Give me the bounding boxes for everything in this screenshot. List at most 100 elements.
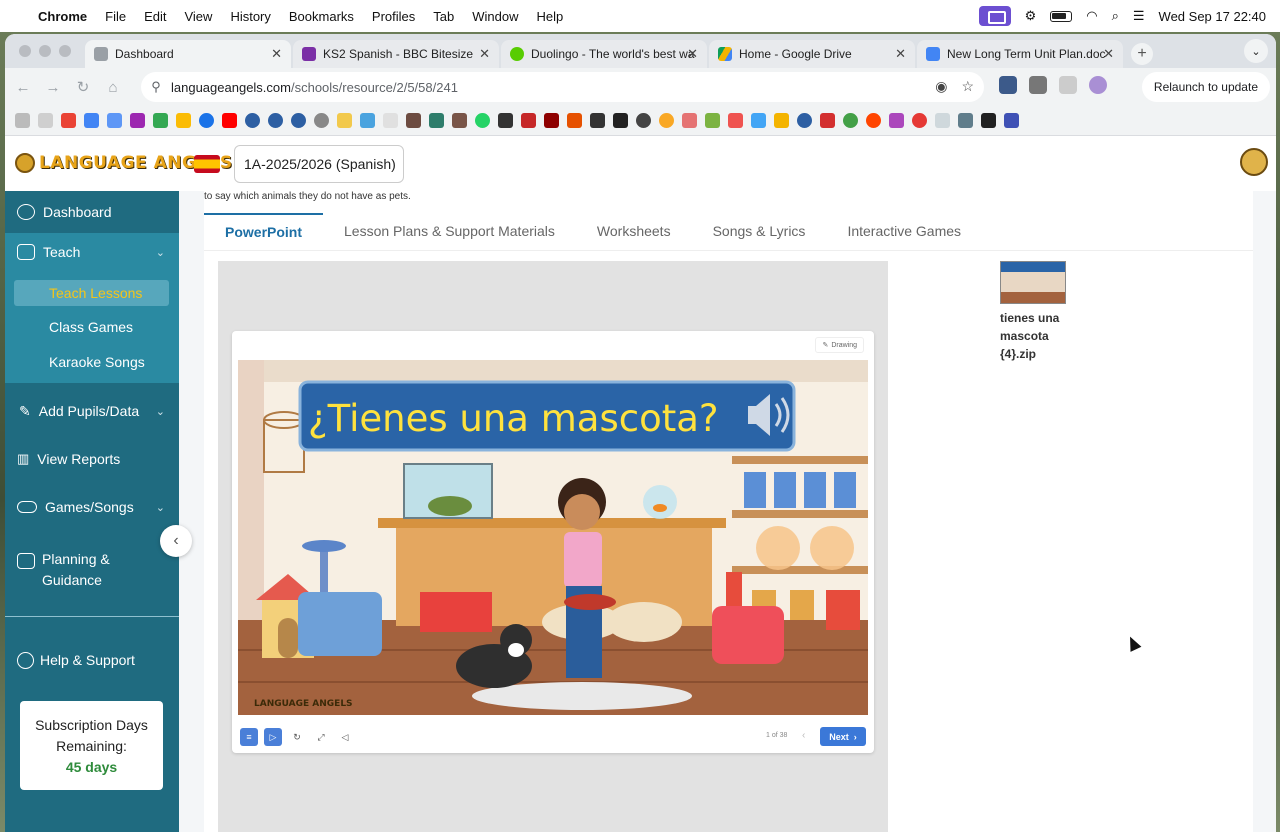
bookmark-icon[interactable] — [774, 113, 789, 128]
spain-flag-icon[interactable] — [194, 155, 220, 173]
previous-slide-icon[interactable]: ‹ — [802, 730, 805, 741]
bookmark-icon[interactable] — [820, 113, 835, 128]
close-window-icon[interactable] — [19, 45, 31, 57]
sidebar-item-view-reports[interactable]: ▥ View Reports — [5, 444, 179, 474]
sidebar-item-help-support[interactable]: Help & Support — [5, 645, 179, 675]
menu-file[interactable]: File — [105, 9, 126, 24]
bookmark-icon[interactable] — [360, 113, 375, 128]
bookmark-icon[interactable] — [797, 113, 812, 128]
class-select[interactable]: 1A-2025/2026 (Spanish) — [234, 145, 404, 183]
eye-off-icon[interactable]: ◉ — [935, 78, 947, 95]
amazon-bookmark-icon[interactable] — [590, 113, 605, 128]
tab-worksheets[interactable]: Worksheets — [576, 213, 692, 249]
sidebar-subitem-karaoke-songs[interactable]: Karaoke Songs — [49, 354, 145, 370]
sidebar-subitem-class-games[interactable]: Class Games — [49, 319, 133, 335]
menu-profiles[interactable]: Profiles — [372, 9, 415, 24]
fullscreen-icon[interactable]: ⤢ — [312, 728, 330, 746]
menu-view[interactable]: View — [184, 9, 212, 24]
bookmark-icon[interactable] — [751, 113, 766, 128]
menu-app-name[interactable]: Chrome — [38, 9, 87, 24]
wikipedia-bookmark-icon[interactable] — [383, 113, 398, 128]
apps-grid-icon[interactable] — [15, 113, 30, 128]
bookmark-icon[interactable] — [452, 113, 467, 128]
download-file[interactable]: tienes una mascota {4}.zip — [1000, 261, 1070, 363]
youtube-bookmark-icon[interactable] — [222, 113, 237, 128]
slide-image[interactable]: ¿Tienes una mascota? LANGUAGE ANGELS — [238, 360, 868, 715]
file-name[interactable]: tienes una mascota {4}.zip — [1000, 309, 1070, 363]
tab-interactive-games[interactable]: Interactive Games — [826, 213, 982, 249]
volume-icon[interactable]: ◁ — [336, 728, 354, 746]
bookmark-icon[interactable] — [314, 113, 329, 128]
back-arrow-icon[interactable]: ← — [11, 79, 35, 96]
bookmark-icon[interactable] — [889, 113, 904, 128]
forward-arrow-icon[interactable]: → — [41, 79, 65, 96]
tab-google-drive[interactable]: Home - Google Drive ✕ — [709, 40, 915, 68]
battery-icon[interactable] — [1050, 10, 1073, 22]
bookmark-icon[interactable] — [84, 113, 99, 128]
bookmark-icon[interactable] — [176, 113, 191, 128]
bookmark-icon[interactable] — [130, 113, 145, 128]
menu-window[interactable]: Window — [472, 9, 518, 24]
bookmark-icon[interactable] — [682, 113, 697, 128]
extensions-puzzle-icon[interactable] — [1059, 76, 1077, 94]
folder-icon[interactable] — [38, 113, 53, 128]
bookmark-icon[interactable] — [153, 113, 168, 128]
close-tab-icon[interactable]: ✕ — [271, 46, 282, 62]
tab-songs-lyrics[interactable]: Songs & Lyrics — [692, 213, 827, 249]
gmail-bookmark-icon[interactable] — [61, 113, 76, 128]
bookmark-icon[interactable] — [429, 113, 444, 128]
bookmark-icon[interactable] — [843, 113, 858, 128]
spotlight-search-icon[interactable]: ⌕ — [1112, 8, 1119, 24]
sidebar-item-teach[interactable]: Teach ⌄ — [5, 233, 179, 271]
close-tab-icon[interactable]: ✕ — [687, 46, 698, 62]
extension-icon[interactable] — [1029, 76, 1047, 94]
sidebar-item-dashboard[interactable]: Dashboard — [5, 195, 179, 229]
bookmark-icon[interactable] — [935, 113, 950, 128]
close-tab-icon[interactable]: ✕ — [1103, 46, 1114, 62]
bookmark-icon[interactable] — [1004, 113, 1019, 128]
bookmark-icon[interactable] — [107, 113, 122, 128]
bookmark-icon[interactable] — [268, 113, 283, 128]
menu-clock[interactable]: Wed Sep 17 22:40 — [1159, 9, 1266, 24]
relaunch-button[interactable]: Relaunch to update — [1141, 72, 1270, 102]
sidebar-item-planning-guidance[interactable]: Planning & Guidance — [5, 549, 179, 593]
profile-avatar-icon[interactable] — [1089, 76, 1107, 94]
bookmark-icon[interactable] — [705, 113, 720, 128]
bookmark-icon[interactable] — [199, 113, 214, 128]
new-tab-plus-icon[interactable]: + — [1131, 43, 1153, 65]
bookmark-icon[interactable] — [636, 113, 651, 128]
extension-icon[interactable] — [999, 76, 1017, 94]
bookmark-icon[interactable] — [544, 113, 559, 128]
tab-lesson-plans[interactable]: Lesson Plans & Support Materials — [323, 213, 576, 249]
site-info-icon[interactable]: ⚲ — [141, 79, 171, 95]
tab-bbc-bitesize[interactable]: KS2 Spanish - BBC Bitesize ✕ — [293, 40, 499, 68]
menu-list-icon[interactable]: ≡ — [240, 728, 258, 746]
tab-duolingo[interactable]: Duolingo - The world's best wa ✕ — [501, 40, 707, 68]
bookmark-icon[interactable] — [958, 113, 973, 128]
bookmark-icon[interactable] — [521, 113, 536, 128]
bookmark-icon[interactable] — [981, 113, 996, 128]
tab-search-chevron-icon[interactable]: ⌄ — [1244, 39, 1268, 63]
screen-share-icon[interactable] — [978, 6, 1011, 26]
collapse-sidebar-button[interactable]: ‹ — [160, 525, 192, 557]
whatsapp-bookmark-icon[interactable] — [475, 113, 490, 128]
zoom-window-icon[interactable] — [59, 45, 71, 57]
close-tab-icon[interactable]: ✕ — [895, 46, 906, 62]
close-tab-icon[interactable]: ✕ — [479, 46, 490, 62]
bookmark-icon[interactable] — [337, 113, 352, 128]
tab-google-doc[interactable]: New Long Term Unit Plan.doc ✕ — [917, 40, 1123, 68]
sidebar-subitem-teach-lessons[interactable]: Teach Lessons — [14, 280, 169, 306]
bookmark-icon[interactable] — [291, 113, 306, 128]
menu-edit[interactable]: Edit — [144, 9, 166, 24]
bookmark-icon[interactable] — [613, 113, 628, 128]
amazon-bookmark-icon[interactable] — [498, 113, 513, 128]
settings-gear-icon[interactable]: ⚙ — [1025, 8, 1037, 24]
restart-icon[interactable]: ↻ — [288, 728, 306, 746]
tab-powerpoint[interactable]: PowerPoint — [204, 213, 324, 249]
reddit-bookmark-icon[interactable] — [866, 113, 881, 128]
bookmark-icon[interactable] — [659, 113, 674, 128]
bookmark-icon[interactable] — [912, 113, 927, 128]
bookmark-icon[interactable] — [245, 113, 260, 128]
bookmark-star-icon[interactable]: ☆ — [961, 78, 974, 95]
bookmark-icon[interactable] — [728, 113, 743, 128]
